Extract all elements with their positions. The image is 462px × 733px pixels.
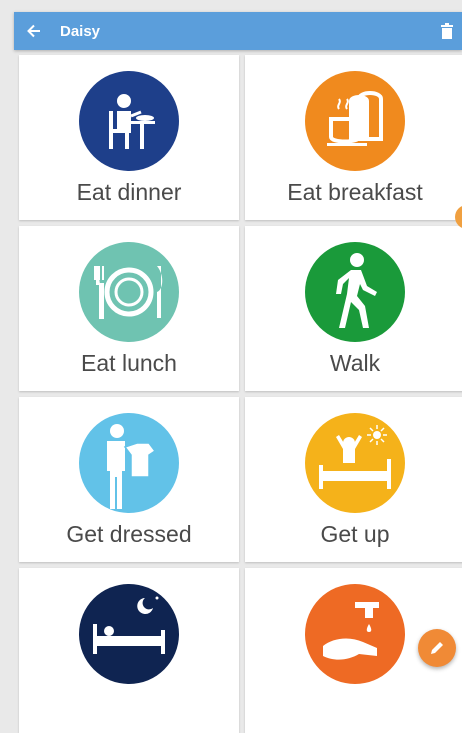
pencil-icon [431, 642, 443, 654]
activity-card-eat-breakfast[interactable]: Eat breakfast [245, 55, 462, 220]
delete-button[interactable] [440, 23, 454, 39]
app-bar: Daisy [14, 12, 462, 50]
activity-card-get-up[interactable]: Get up [245, 397, 462, 562]
activity-label: Eat dinner [76, 179, 182, 205]
walking-person-icon [305, 242, 405, 342]
trash-icon [441, 23, 453, 39]
wake-up-icon [305, 413, 405, 513]
back-button[interactable] [14, 12, 54, 50]
dressing-person-icon [79, 413, 179, 513]
page-title: Daisy [60, 22, 101, 40]
dinner-icon [79, 71, 179, 171]
activity-label: Eat lunch [81, 350, 177, 376]
wash-hands-icon [305, 584, 405, 684]
activity-card-get-dressed[interactable]: Get dressed [19, 397, 239, 562]
plate-cutlery-icon [79, 242, 179, 342]
activity-card-walk[interactable]: Walk [245, 226, 462, 391]
activity-card-eat-lunch[interactable]: Eat lunch [19, 226, 239, 391]
activity-label: Get dressed [66, 521, 192, 547]
sleep-icon [79, 584, 179, 684]
activity-label: Walk [329, 350, 381, 376]
edit-button[interactable] [418, 629, 456, 667]
activity-label: Get up [320, 521, 390, 547]
arrow-left-icon [27, 24, 40, 38]
breakfast-icon [305, 71, 405, 171]
activity-label: Eat breakfast [287, 179, 423, 205]
activity-card-eat-dinner[interactable]: Eat dinner [19, 55, 239, 220]
activity-card-sleep[interactable] [19, 568, 239, 733]
